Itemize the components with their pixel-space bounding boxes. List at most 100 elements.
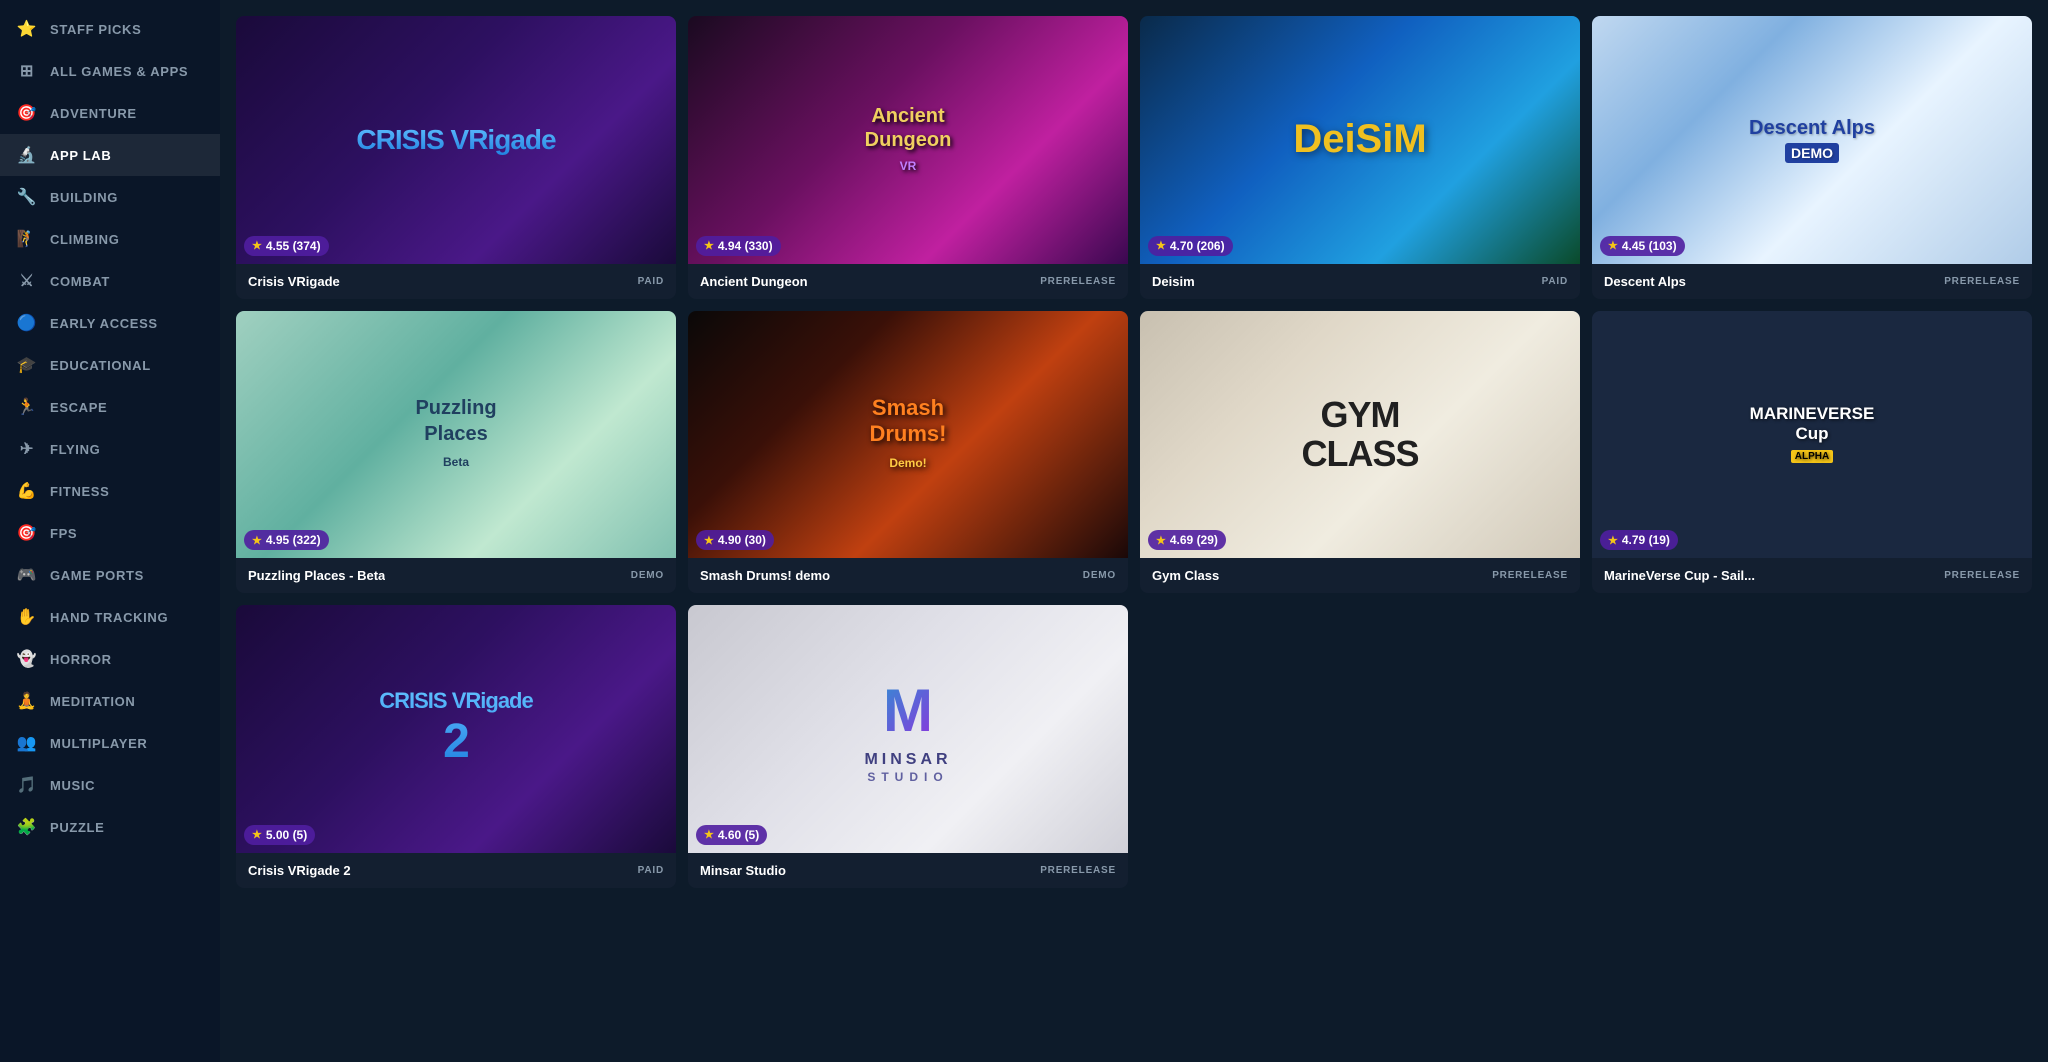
- star-icon: ★: [1608, 239, 1618, 252]
- star-icon: ★: [252, 534, 262, 547]
- escape-icon: 🏃: [16, 396, 38, 418]
- game-image-crisis-vrigade: CRISIS VRigade★ 4.55 (374): [236, 16, 676, 264]
- game-image-descent-alps: Descent AlpsDEMO★ 4.45 (103): [1592, 16, 2032, 264]
- building-icon: 🔧: [16, 186, 38, 208]
- game-tag-smash-drums: DEMO: [1083, 570, 1116, 581]
- rating-badge-smash-drums: ★ 4.90 (30): [696, 530, 774, 550]
- puzzle-icon: 🧩: [16, 816, 38, 838]
- star-icon: ★: [704, 828, 714, 841]
- adventure-icon: 🎯: [16, 102, 38, 124]
- game-image-smash-drums: SmashDrums!Demo!★ 4.90 (30): [688, 311, 1128, 559]
- sidebar-label-building: BUILDING: [50, 190, 118, 205]
- sidebar-item-game-ports[interactable]: 🎮 GAME PORTS: [0, 554, 220, 596]
- game-info-descent-alps: Descent AlpsPRERELEASE: [1592, 264, 2032, 299]
- game-tag-gym-class: PRERELEASE: [1492, 570, 1568, 581]
- rating-badge-crisis-vrigade: ★ 4.55 (374): [244, 236, 329, 256]
- game-image-deisim: DeiSiM★ 4.70 (206): [1140, 16, 1580, 264]
- sidebar-item-fitness[interactable]: 💪 FITNESS: [0, 470, 220, 512]
- sidebar-item-puzzle[interactable]: 🧩 PUZZLE: [0, 806, 220, 848]
- game-title-crisis-vrigade2: Crisis VRigade 2: [248, 863, 351, 878]
- fitness-icon: 💪: [16, 480, 38, 502]
- sidebar-label-game-ports: GAME PORTS: [50, 568, 144, 583]
- rating-badge-deisim: ★ 4.70 (206): [1148, 236, 1233, 256]
- game-title-marineverse: MarineVerse Cup - Sail...: [1604, 568, 1755, 583]
- rating-badge-descent-alps: ★ 4.45 (103): [1600, 236, 1685, 256]
- game-info-minsar-studio: Minsar StudioPRERELEASE: [688, 853, 1128, 888]
- sidebar-label-app-lab: APP LAB: [50, 148, 111, 163]
- game-info-crisis-vrigade2: Crisis VRigade 2 PAID: [236, 853, 676, 888]
- sidebar-label-climbing: CLIMBING: [50, 232, 119, 247]
- music-icon: 🎵: [16, 774, 38, 796]
- educational-icon: 🎓: [16, 354, 38, 376]
- sidebar-item-app-lab[interactable]: 🔬 APP LAB: [0, 134, 220, 176]
- rating-badge-crisis-vrigade2: ★ 5.00 (5): [244, 825, 315, 845]
- sidebar-item-early-access[interactable]: 🔵 EARLY ACCESS: [0, 302, 220, 344]
- game-card-ancient-dungeon[interactable]: AncientDungeonVR★ 4.94 (330)Ancient Dung…: [688, 16, 1128, 299]
- game-card-deisim[interactable]: DeiSiM★ 4.70 (206)DeisimPAID: [1140, 16, 1580, 299]
- game-title-minsar-studio: Minsar Studio: [700, 863, 786, 878]
- game-info-marineverse: MarineVerse Cup - Sail... PRERELEASE: [1592, 558, 2032, 593]
- game-image-crisis-vrigade2: CRISIS VRigade2★ 5.00 (5): [236, 605, 676, 853]
- sidebar-item-music[interactable]: 🎵MUSIC: [0, 764, 220, 806]
- game-card-smash-drums[interactable]: SmashDrums!Demo!★ 4.90 (30)Smash Drums! …: [688, 311, 1128, 594]
- fps-icon: 🎯: [16, 522, 38, 544]
- game-tag-descent-alps: PRERELEASE: [1944, 276, 2020, 287]
- rating-badge-marineverse: ★ 4.79 (19): [1600, 530, 1678, 550]
- sidebar-item-hand-tracking[interactable]: ✋HAND TRACKING: [0, 596, 220, 638]
- meditation-icon: 🧘: [16, 690, 38, 712]
- all-games-icon: ⊞: [16, 60, 38, 82]
- rating-badge-puzzling-places: ★ 4.95 (322): [244, 530, 329, 550]
- main-content: CRISIS VRigade★ 4.55 (374) Crisis VRigade…: [220, 0, 2048, 1062]
- sidebar-label-staff-picks: STAFF PICKS: [50, 22, 141, 37]
- sidebar-item-escape[interactable]: 🏃ESCAPE: [0, 386, 220, 428]
- sidebar-item-climbing[interactable]: 🧗CLIMBING: [0, 218, 220, 260]
- game-grid: CRISIS VRigade★ 4.55 (374) Crisis VRigade…: [236, 16, 2032, 888]
- game-title-puzzling-places: Puzzling Places - Beta: [248, 568, 385, 583]
- game-card-gym-class[interactable]: GYMCLASS★ 4.69 (29)Gym ClassPRERELEASE: [1140, 311, 1580, 594]
- sidebar-label-puzzle: PUZZLE: [50, 820, 104, 835]
- game-card-crisis-vrigade2[interactable]: CRISIS VRigade2★ 5.00 (5)Crisis VRigade …: [236, 605, 676, 888]
- game-card-descent-alps[interactable]: Descent AlpsDEMO★ 4.45 (103)Descent Alps…: [1592, 16, 2032, 299]
- game-card-crisis-vrigade[interactable]: CRISIS VRigade★ 4.55 (374)Crisis VRigade…: [236, 16, 676, 299]
- sidebar-item-meditation[interactable]: 🧘 MEDITATION: [0, 680, 220, 722]
- game-tag-marineverse: PRERELEASE: [1944, 570, 2020, 581]
- horror-icon: 👻: [16, 648, 38, 670]
- sidebar-label-adventure: ADVENTURE: [50, 106, 137, 121]
- star-icon: ★: [704, 534, 714, 547]
- sidebar-item-horror[interactable]: 👻HORROR: [0, 638, 220, 680]
- sidebar-label-educational: EDUCATIONAL: [50, 358, 151, 373]
- flying-icon: ✈: [16, 438, 38, 460]
- sidebar-item-educational[interactable]: 🎓 EDUCATIONAL: [0, 344, 220, 386]
- star-icon: ★: [704, 239, 714, 252]
- sidebar-label-hand-tracking: HAND TRACKING: [50, 610, 168, 625]
- game-ports-icon: 🎮: [16, 564, 38, 586]
- game-card-puzzling-places[interactable]: PuzzlingPlacesBeta★ 4.95 (322)Puzzling P…: [236, 311, 676, 594]
- game-image-minsar-studio: MMINSARSTUDIO★ 4.60 (5): [688, 605, 1128, 853]
- early-access-icon: 🔵: [16, 312, 38, 334]
- game-card-marineverse[interactable]: MARINEVERSECupALPHA★ 4.79 (19)MarineVers…: [1592, 311, 2032, 594]
- game-info-smash-drums: Smash Drums! demoDEMO: [688, 558, 1128, 593]
- sidebar: ⭐STAFF PICKS ⊞ ALL GAMES & APPS 🎯 ADVENTURE 🔬…: [0, 0, 220, 1062]
- sidebar-label-multiplayer: MULTIPLAYER: [50, 736, 147, 751]
- star-icon: ★: [1156, 239, 1166, 252]
- sidebar-item-staff-picks[interactable]: ⭐STAFF PICKS: [0, 8, 220, 50]
- multiplayer-icon: 👥: [16, 732, 38, 754]
- combat-icon: ⚔: [16, 270, 38, 292]
- sidebar-item-fps[interactable]: 🎯FPS: [0, 512, 220, 554]
- sidebar-label-fitness: FITNESS: [50, 484, 109, 499]
- sidebar-label-all-games: ALL GAMES & APPS: [50, 64, 188, 79]
- sidebar-item-building[interactable]: 🔧 BUILDING: [0, 176, 220, 218]
- game-tag-crisis-vrigade2: PAID: [638, 865, 664, 876]
- sidebar-item-flying[interactable]: ✈ FLYING: [0, 428, 220, 470]
- sidebar-label-flying: FLYING: [50, 442, 100, 457]
- game-image-gym-class: GYMCLASS★ 4.69 (29): [1140, 311, 1580, 559]
- sidebar-item-adventure[interactable]: 🎯 ADVENTURE: [0, 92, 220, 134]
- sidebar-item-combat[interactable]: ⚔COMBAT: [0, 260, 220, 302]
- sidebar-label-early-access: EARLY ACCESS: [50, 316, 158, 331]
- game-card-minsar-studio[interactable]: MMINSARSTUDIO★ 4.60 (5)Minsar StudioPRER…: [688, 605, 1128, 888]
- sidebar-label-meditation: MEDITATION: [50, 694, 135, 709]
- sidebar-item-all-games[interactable]: ⊞ ALL GAMES & APPS: [0, 50, 220, 92]
- sidebar-item-multiplayer[interactable]: 👥 MULTIPLAYER: [0, 722, 220, 764]
- app-lab-icon: 🔬: [16, 144, 38, 166]
- game-info-gym-class: Gym ClassPRERELEASE: [1140, 558, 1580, 593]
